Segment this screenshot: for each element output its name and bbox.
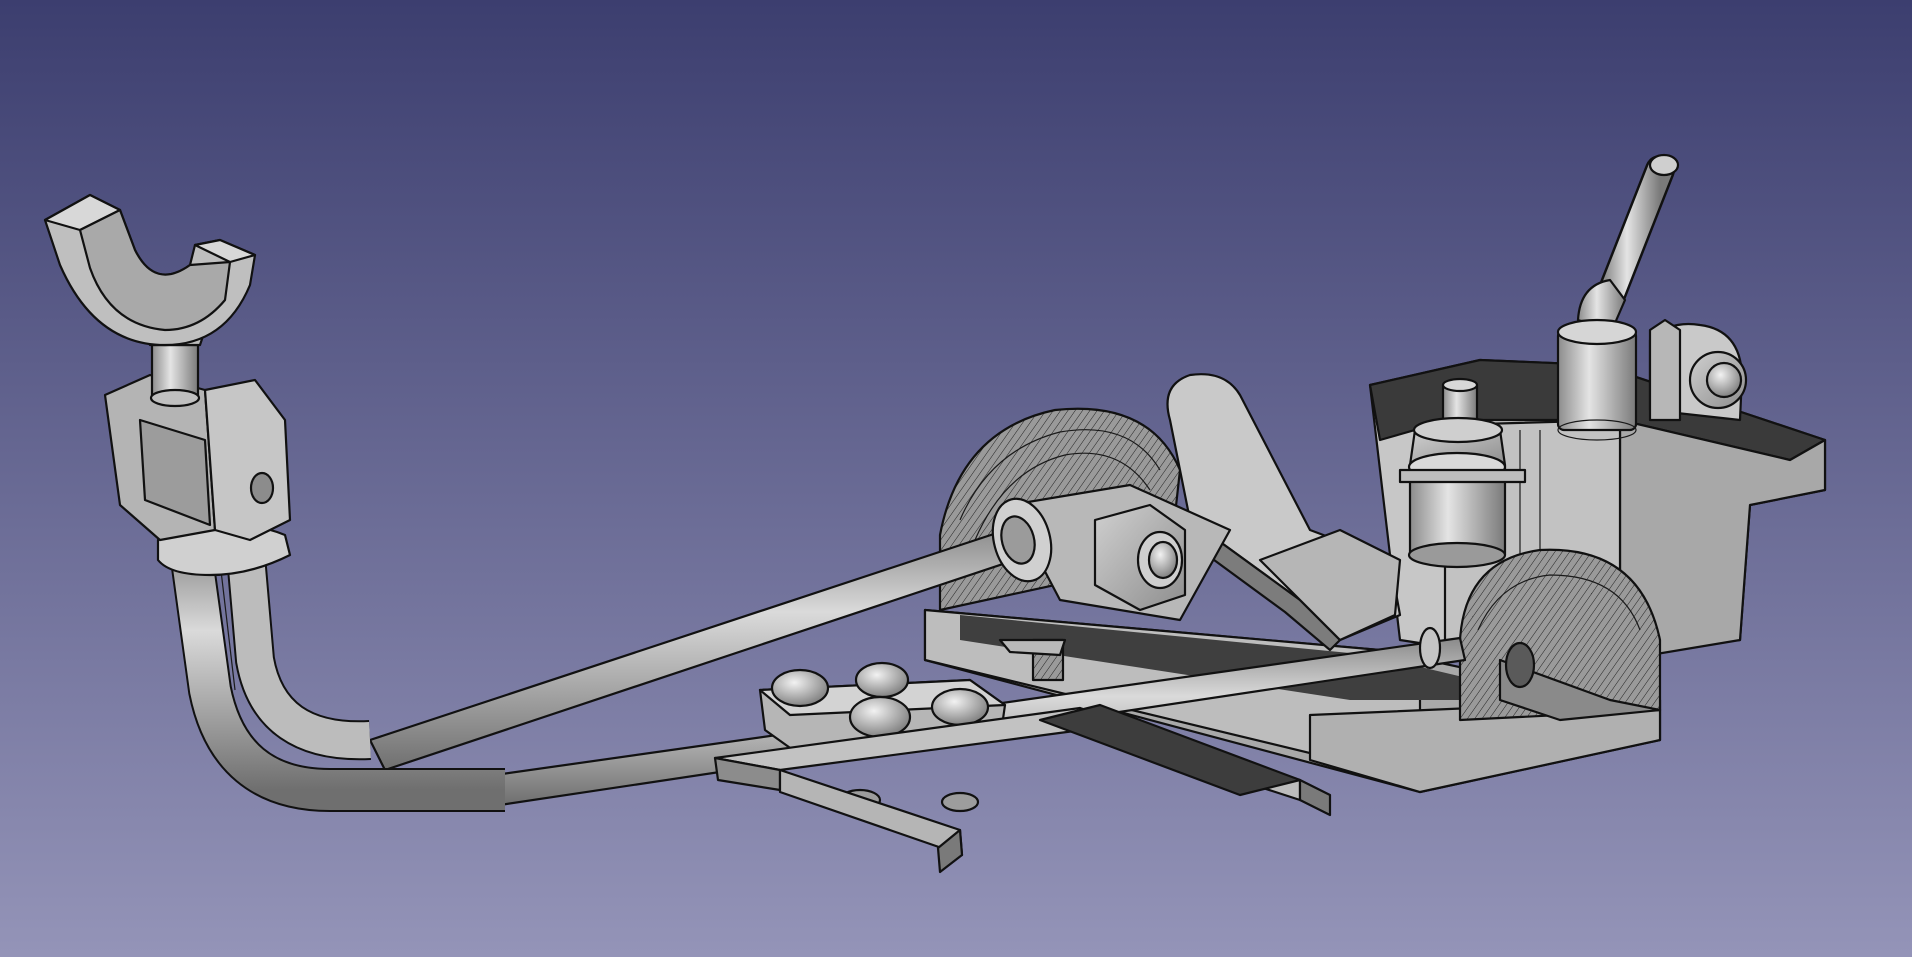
model-view[interactable] [0, 0, 1912, 957]
3d-viewport[interactable] [0, 0, 1912, 957]
